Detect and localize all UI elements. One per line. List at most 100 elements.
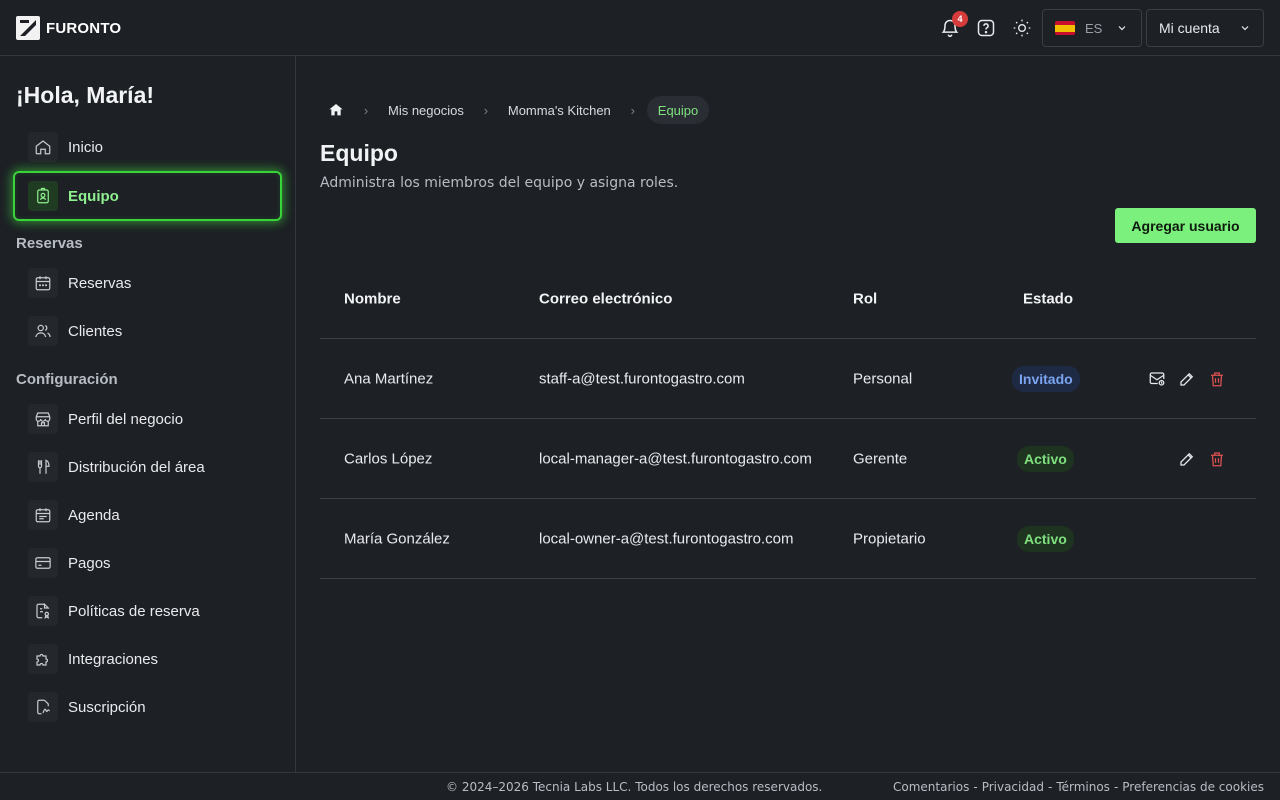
footer-links: Comentarios - Privacidad - Términos - Pr…: [893, 780, 1264, 794]
sidebar-item-reservas[interactable]: Reservas: [16, 261, 280, 305]
edit-button[interactable]: [1177, 369, 1197, 389]
edit-button[interactable]: [1177, 449, 1197, 469]
status-badge: Activo: [1017, 525, 1074, 552]
top-bar: FURONTO 4 ES Mi cuenta: [0, 0, 1280, 56]
help-button[interactable]: [972, 14, 1000, 42]
row-actions: [1177, 449, 1227, 469]
sidebar-item-label: Clientes: [68, 322, 123, 340]
sidebar-item-equipo[interactable]: Equipo: [13, 171, 282, 221]
sidebar: ¡Hola, María! Inicio Equipo Reservas Res…: [0, 56, 296, 772]
footer-link-terminos[interactable]: Términos: [1056, 780, 1110, 794]
footer-separator: -: [1113, 780, 1119, 794]
table-row: Ana Martínez staff-a@test.furontogastro.…: [320, 339, 1256, 419]
logo-mark-icon: [16, 16, 40, 40]
footer-link-comentarios[interactable]: Comentarios: [893, 780, 969, 794]
sidebar-item-distribucion[interactable]: Distribución del área: [16, 445, 280, 489]
sidebar-item-label: Suscripción: [68, 698, 146, 716]
language-code: ES: [1085, 20, 1103, 36]
add-user-button[interactable]: Agregar usuario: [1115, 208, 1256, 243]
edit-icon: [1180, 372, 1194, 386]
sidebar-item-inicio[interactable]: Inicio: [16, 125, 280, 169]
policy-icon: [28, 596, 58, 626]
sidebar-item-label: Integraciones: [68, 650, 159, 668]
sidebar-item-label: Inicio: [68, 138, 104, 156]
team-table: Nombre Correo electrónico Rol Estado Ana…: [320, 260, 1256, 579]
theme-toggle-button[interactable]: [1008, 14, 1036, 42]
puzzle-icon: [28, 644, 58, 674]
sidebar-item-politicas[interactable]: Políticas de reserva: [16, 589, 280, 633]
delete-button[interactable]: [1207, 369, 1227, 389]
sidebar-item-label: Políticas de reserva: [68, 602, 200, 620]
language-select[interactable]: ES: [1042, 9, 1142, 47]
greeting: ¡Hola, María!: [16, 82, 155, 108]
logo-text: FURONTO: [46, 19, 122, 37]
footer-link-cookies[interactable]: Preferencias de cookies: [1122, 780, 1264, 794]
store-icon: [28, 404, 58, 434]
footer-separator: -: [1047, 780, 1053, 794]
footer-separator: -: [973, 780, 978, 794]
sidebar-item-label: Perfil del negocio: [68, 410, 184, 428]
delete-icon: [1211, 451, 1223, 466]
breadcrumb-business[interactable]: Momma's Kitchen: [500, 96, 619, 124]
breadcrumb-current: Equipo: [646, 96, 710, 124]
edit-icon: [1180, 452, 1194, 466]
page-subtitle: Administra los miembros del equipo y asi…: [320, 175, 679, 191]
home-icon: [329, 104, 343, 116]
card-icon: [28, 548, 58, 578]
sun-icon: [1013, 19, 1031, 37]
chevron-down-icon: [1241, 26, 1249, 31]
breadcrumb-home[interactable]: [320, 96, 352, 124]
member-email: local-owner-a@test.furontogastro.com: [539, 530, 794, 547]
sidebar-item-agenda[interactable]: Agenda: [16, 493, 280, 537]
help-icon: [977, 19, 995, 37]
calendar-icon: [28, 268, 58, 298]
column-header-email: Correo electrónico: [539, 290, 673, 308]
member-role: Propietario: [853, 530, 926, 547]
sidebar-item-label: Reservas: [68, 274, 132, 292]
member-role: Gerente: [853, 450, 908, 467]
utensils-icon: [28, 452, 58, 482]
notification-count-badge: 4: [952, 11, 968, 27]
status-badge: Invitado: [1012, 365, 1080, 392]
sidebar-item-clientes[interactable]: Clientes: [16, 309, 280, 353]
table-header: Nombre Correo electrónico Rol Estado: [320, 260, 1256, 339]
footer: © 2024–2026 Tecnia Labs LLC. Todos los d…: [0, 772, 1280, 800]
sidebar-item-suscripcion[interactable]: Suscripción: [16, 685, 280, 729]
column-header-name: Nombre: [344, 290, 401, 308]
notifications-button[interactable]: 4: [936, 11, 968, 42]
users-icon: [28, 316, 58, 346]
status-badge: Activo: [1017, 445, 1074, 472]
breadcrumb: › Mis negocios › Momma's Kitchen › Equip…: [320, 96, 710, 124]
subscription-icon: [28, 692, 58, 722]
breadcrumb-separator-icon: ›: [630, 102, 635, 118]
sidebar-item-label: Pagos: [68, 554, 111, 572]
section-title-configuracion: Configuración: [16, 371, 118, 388]
account-menu[interactable]: Mi cuenta: [1146, 9, 1264, 47]
home-icon: [28, 132, 58, 162]
row-actions: [1147, 369, 1227, 389]
breadcrumb-separator-icon: ›: [363, 102, 369, 118]
sidebar-item-label: Agenda: [68, 506, 120, 524]
table-row: María González local-owner-a@test.furont…: [320, 499, 1256, 579]
sidebar-item-integraciones[interactable]: Integraciones: [16, 637, 280, 681]
member-name: Carlos López: [344, 450, 433, 467]
chevron-down-icon: [1118, 26, 1126, 31]
breadcrumb-separator-icon: ›: [483, 102, 489, 118]
resend-invite-button[interactable]: [1147, 369, 1167, 389]
column-header-status: Estado: [1023, 290, 1074, 308]
team-badge-icon: [28, 181, 58, 211]
breadcrumb-mis-negocios[interactable]: Mis negocios: [380, 96, 472, 124]
member-email: local-manager-a@test.furontogastro.com: [539, 450, 812, 467]
sidebar-item-perfil-negocio[interactable]: Perfil del negocio: [16, 397, 280, 441]
account-label: Mi cuenta: [1159, 20, 1220, 36]
logo[interactable]: FURONTO: [16, 16, 121, 40]
delete-icon: [1211, 371, 1223, 386]
sidebar-item-label: Distribución del área: [68, 458, 205, 476]
table-row: Carlos López local-manager-a@test.furont…: [320, 419, 1256, 499]
spain-flag-icon: [1055, 21, 1075, 35]
delete-button[interactable]: [1207, 449, 1227, 469]
page-title: Equipo: [320, 140, 398, 166]
column-header-role: Rol: [853, 290, 878, 308]
footer-link-privacidad[interactable]: Privacidad: [982, 780, 1044, 794]
sidebar-item-pagos[interactable]: Pagos: [16, 541, 280, 585]
